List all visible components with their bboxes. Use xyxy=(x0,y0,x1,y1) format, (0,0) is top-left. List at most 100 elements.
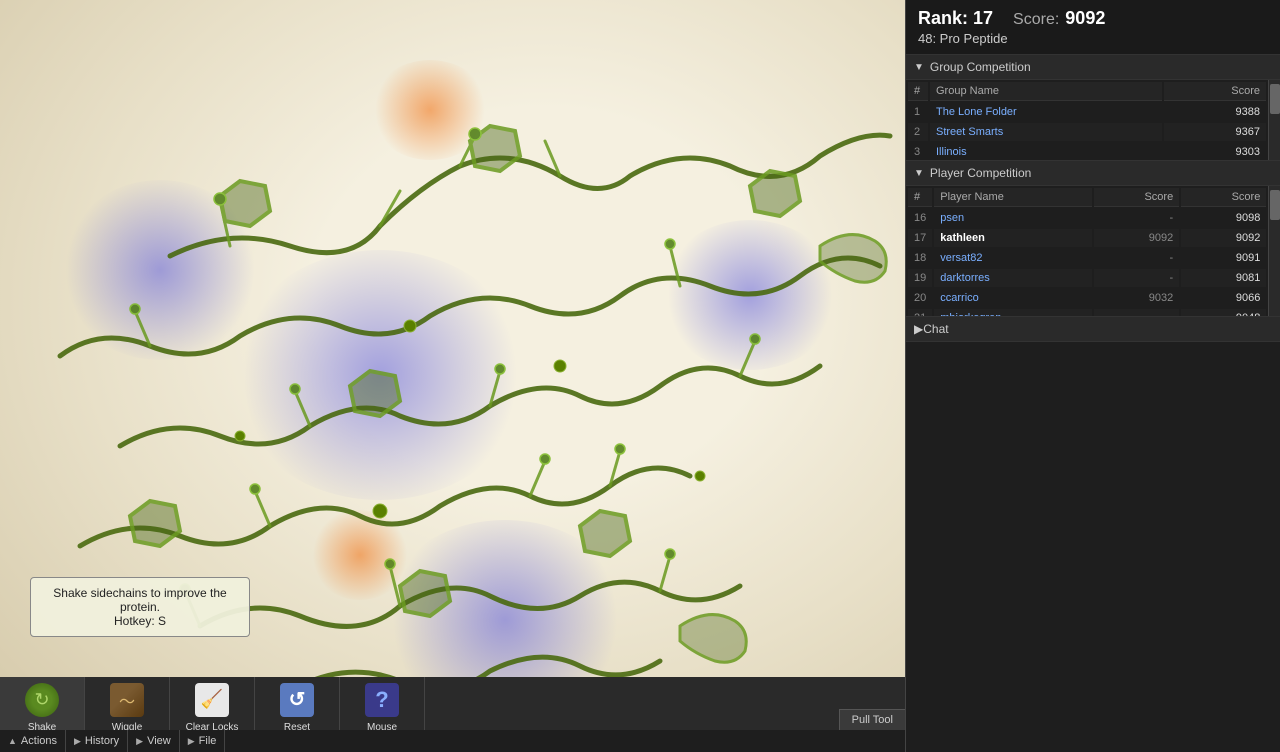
player-competition-table: # Player Name Score Score 16 psen - 9098… xyxy=(906,186,1268,316)
status-bar: ▲ Actions ▶ History ▶ View ▶ File Pull xyxy=(0,730,905,752)
group-col-name: Group Name xyxy=(930,82,1162,101)
group-competition-scrollbar[interactable] xyxy=(1268,80,1280,160)
actions-arrow: ▲ xyxy=(8,736,17,746)
player-competition-arrow: ▼ xyxy=(914,168,924,179)
group-col-score: Score xyxy=(1164,82,1266,101)
protein-structure xyxy=(0,0,905,752)
player-row-myscore: - xyxy=(1094,309,1179,316)
player-row-score: 9048 xyxy=(1181,309,1266,316)
group-row-name: Illinois xyxy=(930,143,1162,160)
group-row-score: 9367 xyxy=(1164,123,1266,141)
file-menu[interactable]: ▶ File xyxy=(180,730,226,752)
player-competition-title: Player Competition xyxy=(930,166,1031,180)
player-competition-header[interactable]: ▼ Player Competition xyxy=(906,161,1280,186)
view-label: View xyxy=(147,735,171,747)
protein-viewer[interactable]: Shake sidechains to improve the protein.… xyxy=(0,0,905,752)
player-row-score: 9081 xyxy=(1181,269,1266,287)
rank-score-row: Rank: 17 Score: 9092 xyxy=(918,8,1105,29)
player-row-num: 21 xyxy=(908,309,932,316)
reset-puzzle-icon xyxy=(280,683,314,717)
table-row[interactable]: 2 Street Smarts 9367 xyxy=(908,123,1266,141)
chat-section: ▶ Chat xyxy=(906,317,1280,752)
history-arrow: ▶ xyxy=(74,736,81,747)
group-row-score: 9388 xyxy=(1164,103,1266,121)
group-row-num: 1 xyxy=(908,103,928,121)
player-row-num: 19 xyxy=(908,269,932,287)
player-row-score: 9091 xyxy=(1181,249,1266,267)
player-competition-rows: 16 psen - 9098 17 kathleen 9092 9092 18 … xyxy=(908,209,1266,316)
player-col-score: Score xyxy=(1181,188,1266,207)
group-col-num: # xyxy=(908,82,928,101)
view-arrow: ▶ xyxy=(136,736,143,747)
player-row-name: psen xyxy=(934,209,1092,227)
actions-label: Actions xyxy=(21,735,57,747)
player-row-score: 9098 xyxy=(1181,209,1266,227)
player-row-name: mbjorkegren xyxy=(934,309,1092,316)
group-row-name: The Lone Folder xyxy=(930,103,1162,121)
player-row-num: 18 xyxy=(908,249,932,267)
player-row-name: ccarrico xyxy=(934,289,1092,307)
table-row[interactable]: 20 ccarrico 9032 9066 xyxy=(908,289,1266,307)
player-row-myscore: 9032 xyxy=(1094,289,1179,307)
player-col-myscore: Score xyxy=(1094,188,1179,207)
pull-tool-label: Pull Tool xyxy=(852,714,893,726)
group-competition-table-wrapper: # Group Name Score 1 The Lone Folder 938… xyxy=(906,80,1280,160)
player-row-num: 17 xyxy=(908,229,932,247)
chat-arrow: ▶ xyxy=(914,322,923,336)
view-menu[interactable]: ▶ View xyxy=(128,730,180,752)
rank-label: Rank: 17 xyxy=(918,8,993,29)
file-arrow: ▶ xyxy=(188,736,195,747)
score-value: 9092 xyxy=(1065,8,1105,29)
group-competition-header[interactable]: ▼ Group Competition xyxy=(906,55,1280,80)
player-row-myscore: - xyxy=(1094,269,1179,287)
player-col-name: Player Name xyxy=(934,188,1092,207)
group-competition-scrollbar-thumb xyxy=(1270,84,1280,114)
player-row-myscore: - xyxy=(1094,209,1179,227)
wiggle-icon xyxy=(110,683,144,717)
player-competition-scrollbar[interactable] xyxy=(1268,186,1280,316)
mouse-help-icon xyxy=(365,683,399,717)
table-row[interactable]: 16 psen - 9098 xyxy=(908,209,1266,227)
panel-header: Rank: 17 Score: 9092 48: Pro Peptide xyxy=(906,0,1280,55)
history-label: History xyxy=(85,735,119,747)
group-competition-section: ▼ Group Competition # Group Name Score 1… xyxy=(906,55,1280,161)
group-row-name: Street Smarts xyxy=(930,123,1162,141)
player-row-num: 20 xyxy=(908,289,932,307)
table-row[interactable]: 1 The Lone Folder 9388 xyxy=(908,103,1266,121)
clear-locks-icon xyxy=(195,683,229,717)
tooltip-line2: Hotkey: S xyxy=(43,614,237,628)
score-section: Score: 9092 xyxy=(1013,8,1105,29)
player-row-score: 9066 xyxy=(1181,289,1266,307)
table-row[interactable]: 18 versat82 - 9091 xyxy=(908,249,1266,267)
chat-header[interactable]: ▶ Chat xyxy=(906,317,1280,342)
player-row-name: versat82 xyxy=(934,249,1092,267)
actions-menu[interactable]: ▲ Actions xyxy=(0,730,66,752)
puzzle-name: 48: Pro Peptide xyxy=(918,31,1105,46)
history-menu[interactable]: ▶ History xyxy=(66,730,128,752)
player-competition-scrollbar-thumb xyxy=(1270,190,1280,220)
player-row-myscore: 9092 xyxy=(1094,229,1179,247)
group-row-num: 3 xyxy=(908,143,928,160)
bottom-toolbar: Shake Sidechains Wiggle Backbone Clear L… xyxy=(0,677,905,752)
right-panel: Rank: 17 Score: 9092 48: Pro Peptide ▼ G… xyxy=(905,0,1280,752)
player-col-num: # xyxy=(908,188,932,207)
player-row-num: 16 xyxy=(908,209,932,227)
score-label: Score: xyxy=(1013,11,1059,29)
group-competition-table: # Group Name Score 1 The Lone Folder 938… xyxy=(906,80,1268,160)
table-row[interactable]: 3 Illinois 9303 xyxy=(908,143,1266,160)
player-competition-table-wrapper: # Player Name Score Score 16 psen - 9098… xyxy=(906,186,1280,316)
group-competition-title: Group Competition xyxy=(930,60,1031,74)
pull-tool-button[interactable]: Pull Tool xyxy=(839,709,905,730)
group-row-score: 9303 xyxy=(1164,143,1266,160)
table-row[interactable]: 17 kathleen 9092 9092 xyxy=(908,229,1266,247)
player-row-myscore: - xyxy=(1094,249,1179,267)
group-row-num: 2 xyxy=(908,123,928,141)
tooltip: Shake sidechains to improve the protein.… xyxy=(30,577,250,637)
table-row[interactable]: 19 darktorres - 9081 xyxy=(908,269,1266,287)
group-competition-rows: 1 The Lone Folder 9388 2 Street Smarts 9… xyxy=(908,103,1266,160)
table-row[interactable]: 21 mbjorkegren - 9048 xyxy=(908,309,1266,316)
tooltip-line1: Shake sidechains to improve the protein. xyxy=(43,586,237,614)
group-competition-arrow: ▼ xyxy=(914,62,924,73)
player-row-name: darktorres xyxy=(934,269,1092,287)
player-row-name: kathleen xyxy=(934,229,1092,247)
